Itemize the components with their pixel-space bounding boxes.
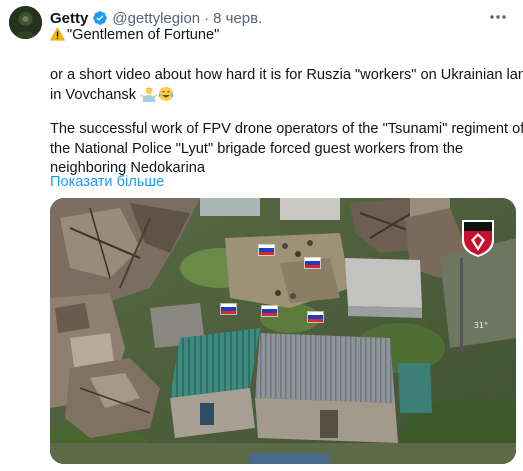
tweet-paragraph-1: or a short video about how hard it is fo…	[50, 66, 523, 105]
tweet-title: "Gentlemen of Fortune"	[67, 27, 220, 43]
tweet-line-with-emoji: in Vovchansk	[50, 86, 523, 106]
tweet[interactable]: Getty @gettylegion · 8 черв. "Gentlemen …	[0, 0, 523, 471]
russian-flag-icon	[305, 258, 320, 268]
russian-flag-icon	[262, 306, 277, 316]
verified-badge-icon	[92, 10, 108, 26]
tweet-paragraph-2: The successful work of FPV drone operato…	[50, 120, 523, 179]
russian-flag-icon	[221, 304, 236, 314]
russian-flag-icon	[259, 245, 274, 255]
author-handle[interactable]: @gettylegion	[112, 10, 200, 27]
russian-flag-icon	[308, 312, 323, 322]
avatar[interactable]	[9, 6, 42, 39]
tweet-line: in Vovchansk	[50, 86, 136, 103]
tweet-line: The successful work of FPV drone operato…	[50, 121, 523, 137]
man-shrugging-icon	[140, 86, 158, 102]
brigade-logo	[460, 218, 496, 258]
tweet-media-image[interactable]: 31°	[50, 198, 516, 464]
tweet-header: Getty @gettylegion · 8 черв.	[50, 8, 483, 28]
tears-of-joy-icon	[158, 86, 174, 102]
drone-footage-scene	[50, 198, 516, 464]
author-name[interactable]: Getty	[50, 10, 88, 27]
drone-heading-readout: 31°	[473, 321, 488, 330]
tweet-title-line: "Gentlemen of Fortune"	[49, 26, 220, 46]
warning-icon	[49, 27, 66, 41]
ellipsis-icon[interactable]	[487, 10, 509, 26]
tweet-line: or a short video about how hard it is fo…	[50, 67, 523, 83]
tweet-date[interactable]: 8 черв.	[213, 10, 262, 27]
show-more-link[interactable]: Показати більше	[50, 173, 164, 193]
tweet-line: the National Police "Lyut" brigade force…	[50, 140, 463, 157]
separator-dot: ·	[204, 9, 210, 27]
